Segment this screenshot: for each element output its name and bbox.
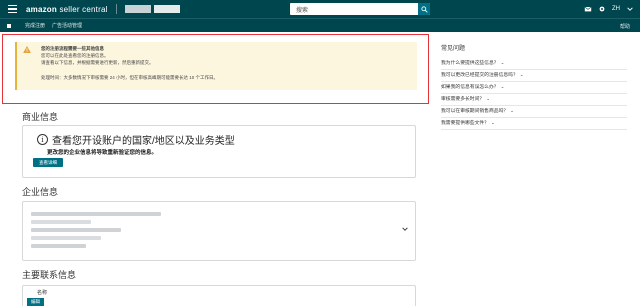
search-button[interactable] [418, 3, 430, 15]
faq-item-text: 审核需要多长时间？ [441, 97, 485, 102]
redacted-line [31, 212, 161, 216]
chevron-down-icon [627, 7, 633, 11]
mail-icon[interactable] [584, 5, 592, 13]
contact-info-card: 名称 [22, 285, 416, 306]
contact-info-title: 主要联系信息 [22, 270, 77, 280]
alert-line-3: 请查看以下信息，并根据需要进行更新，然后重新提交。 [41, 60, 154, 65]
help-link[interactable]: 帮助 [620, 23, 630, 30]
faq-item-text: 如果我的信息有误怎么办？ [441, 85, 499, 90]
logo-main-text: amazon [26, 4, 57, 14]
redacted-line [31, 228, 121, 232]
company-info-card[interactable] [22, 201, 416, 261]
contact-name-label: 名称 [37, 290, 48, 296]
card-heading-text: 查看您开设账户的国家/地区以及业务类型 [52, 136, 235, 147]
faq-item[interactable]: 如果我的信息有误怎么办？ ⌄ [441, 83, 627, 94]
faq-item-text: 我为什么要提供这些信息？ [441, 61, 499, 66]
faq-item-text: 我可以更改已经提交的注册信息吗？ [441, 73, 518, 78]
alert-line-2: 您可以在此处查看您的注册信息。 [41, 53, 109, 58]
chevron-down-icon: ⌄ [510, 108, 514, 113]
chevron-down-icon: ⌄ [486, 96, 490, 101]
header-divider [115, 4, 117, 14]
faq-item[interactable]: 我可以更改已经提交的注册信息吗？ ⌄ [441, 71, 627, 82]
store-name-redacted [124, 5, 151, 13]
warning-icon [23, 46, 31, 53]
nav-item-campaign[interactable]: 广告活动管理 [52, 22, 82, 29]
faq-title: 常见问题 [441, 46, 466, 52]
language-selector[interactable]: ZH [612, 6, 620, 12]
alert-line-1: 您的注册流程需要一些其他信息 [41, 46, 104, 51]
faq-item[interactable]: 我为什么要提供这些信息？ ⌄ [441, 59, 627, 70]
business-info-card: i 查看您开设账户的国家/地区以及业务类型 更改您的企业信息将导致重新验证您的信… [22, 125, 416, 178]
business-info-title: 商业信息 [22, 112, 59, 122]
faq-item-text: 我可以在审核期间销售商品吗？ [441, 109, 509, 114]
bookmark-icon[interactable] [7, 23, 11, 28]
search-box[interactable]: 搜索 [290, 3, 430, 15]
chevron-down-icon: ⌄ [500, 84, 505, 89]
chevron-down-icon: ⌄ [500, 60, 505, 65]
warning-alert: 您的注册流程需要一些其他信息 您可以在此处查看您的注册信息。 请查看以下信息，并… [15, 42, 417, 90]
search-icon [420, 5, 428, 13]
chevron-down-icon: ⌄ [490, 120, 495, 125]
card-heading: i 查看您开设账户的国家/地区以及业务类型 [37, 132, 235, 147]
redacted-line [31, 236, 101, 240]
nav-item-registration[interactable]: 完成注册 [25, 22, 45, 29]
faq-item[interactable]: 我可以在审核期间销售商品吗？ ⌄ [441, 107, 627, 118]
alert-line-4: 处理时间：大多数情况下审核需要 24 小时，但在审核高峰期可能需要长达 10 个… [41, 75, 219, 80]
logo-sub-text: seller central [59, 4, 108, 14]
header-actions: ZH [584, 0, 634, 18]
seller-central-logo[interactable]: amazon seller central [26, 5, 108, 14]
marketplace-redacted [153, 5, 180, 13]
faq-item[interactable]: 我需要提供哪些文件？ ⌄ [441, 119, 627, 130]
menu-icon[interactable] [4, 0, 20, 18]
faq-item-text: 我需要提供哪些文件？ [441, 121, 489, 126]
secondary-nav: 完成注册 广告活动管理 帮助 [0, 18, 640, 32]
search-input[interactable]: 搜索 [290, 5, 418, 14]
view-details-button[interactable]: 查看详细 [33, 158, 63, 167]
company-info-title: 企业信息 [22, 187, 59, 197]
gear-icon[interactable] [598, 5, 606, 13]
info-icon: i [37, 134, 48, 145]
faq-item[interactable]: 审核需要多长时间？ ⌄ [441, 95, 627, 106]
chevron-down-icon[interactable] [401, 225, 409, 233]
redacted-line [31, 220, 91, 224]
redacted-line [31, 244, 86, 248]
edit-button[interactable]: 编辑 [27, 298, 44, 306]
card-subtext: 更改您的企业信息将导致重新验证您的信息。 [47, 150, 158, 156]
chevron-down-icon: ⌄ [519, 72, 524, 77]
